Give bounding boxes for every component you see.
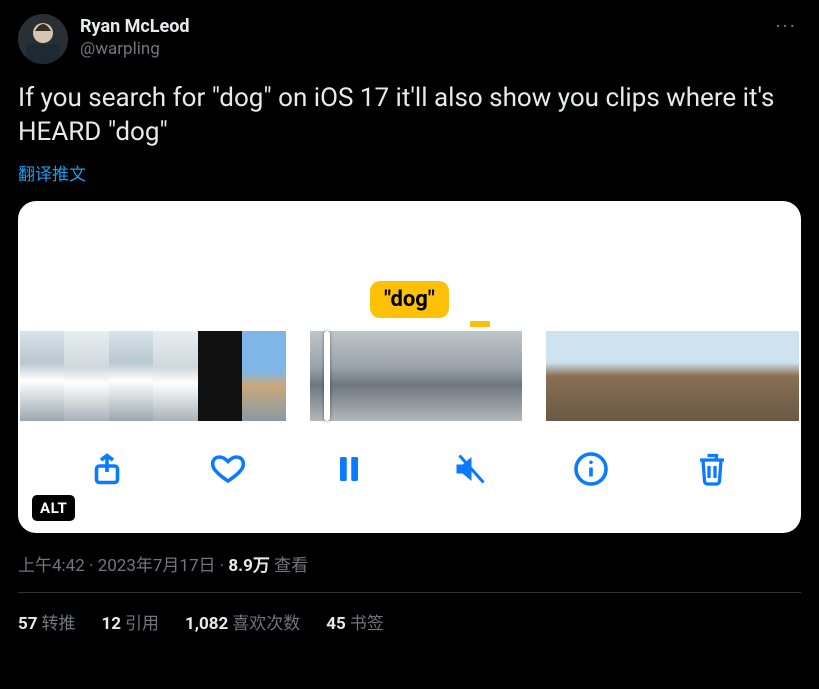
stat-likes[interactable]: 1,082喜欢次数 [185, 609, 300, 634]
clip-frame [64, 331, 108, 421]
playhead[interactable] [324, 331, 330, 421]
avatar[interactable] [18, 14, 68, 64]
author-name: Ryan McLeod [80, 16, 190, 39]
clip-group-2[interactable] [310, 331, 522, 421]
author-handle: @warpling [80, 39, 190, 60]
mute-icon[interactable] [452, 451, 488, 487]
clip-group-1[interactable] [20, 331, 286, 421]
clip-frame [469, 331, 522, 421]
meta-time[interactable]: 上午4:42 [18, 556, 85, 576]
clip-frame [757, 331, 799, 421]
info-icon[interactable] [573, 451, 609, 487]
stat-retweets[interactable]: 57转推 [18, 609, 76, 634]
tweet-stats: 57转推 12引用 1,082喜欢次数 45书签 [18, 609, 801, 634]
more-button[interactable]: ··· [775, 14, 797, 38]
translate-link[interactable]: 翻译推文 [18, 160, 801, 185]
clip-frame [153, 331, 197, 421]
clip-frame [673, 331, 715, 421]
media-controls [18, 441, 801, 497]
author-block[interactable]: Ryan McLeod @warpling [80, 14, 190, 60]
clip-frame [416, 331, 469, 421]
clip-frame [310, 331, 363, 421]
views-label: 查看 [270, 556, 308, 576]
stat-quotes[interactable]: 12引用 [102, 609, 160, 634]
media-card[interactable]: "dog" [18, 201, 801, 533]
views-count: 8.9万 [228, 556, 269, 576]
tweet-text: If you search for "dog" on iOS 17 it'll … [18, 82, 801, 150]
clip-frame [588, 331, 630, 421]
clip-frame [631, 331, 673, 421]
meta-date[interactable]: 2023年7月17日 [98, 556, 216, 576]
stat-bookmarks[interactable]: 45书签 [326, 609, 384, 634]
marker-tick [470, 321, 490, 327]
clip-frame [109, 331, 153, 421]
share-icon[interactable] [89, 451, 125, 487]
timeline-strip[interactable] [18, 331, 801, 421]
tweet: Ryan McLeod @warpling ··· If you search … [0, 0, 819, 634]
clip-frame [715, 331, 757, 421]
divider [18, 592, 801, 593]
clip-frame [242, 331, 286, 421]
clip-frame [198, 331, 242, 421]
tweet-meta: 上午4:42 · 2023年7月17日 · 8.9万 查看 [18, 551, 801, 576]
clip-frame [363, 331, 416, 421]
clip-frame [20, 331, 64, 421]
pause-icon[interactable] [331, 451, 367, 487]
alt-badge[interactable]: ALT [32, 495, 75, 521]
search-marker-wrap: "dog" [18, 281, 801, 318]
tweet-header: Ryan McLeod @warpling [18, 14, 801, 64]
search-marker: "dog" [370, 281, 449, 318]
clip-group-3[interactable] [546, 331, 799, 421]
clip-frame [546, 331, 588, 421]
heart-icon[interactable] [210, 451, 246, 487]
trash-icon[interactable] [694, 451, 730, 487]
